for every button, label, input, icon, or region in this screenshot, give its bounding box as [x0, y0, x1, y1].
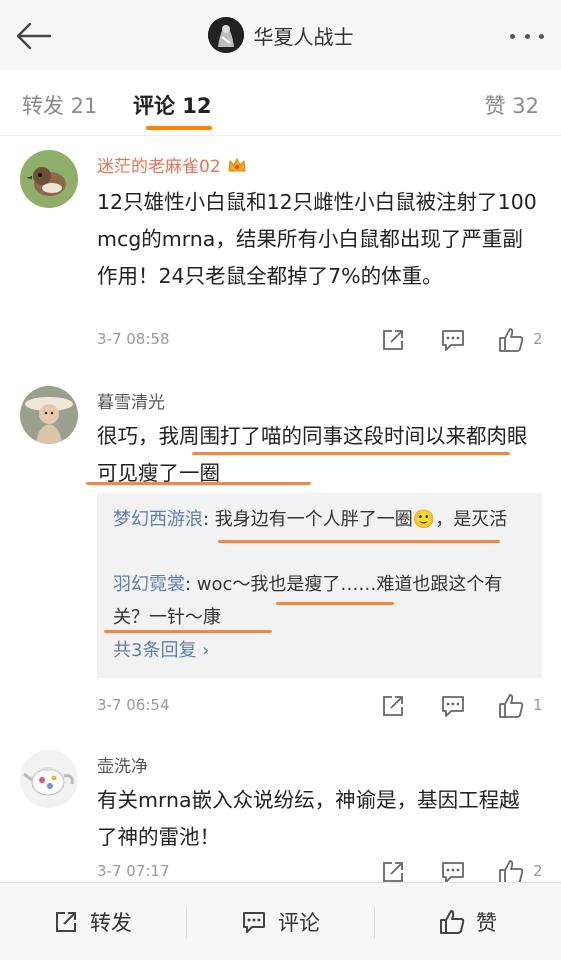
reply-nick[interactable]: 羽幻霓裳 — [113, 574, 185, 595]
reply-text: : 我身边有一个人胖了一圈🙂，是灭活 — [203, 509, 508, 530]
like-count: 2 — [533, 330, 543, 348]
comment-meta: 3-7 08:58 2 — [97, 326, 543, 356]
reply-box: 梦幻西游浪: 我身边有一个人胖了一圈🙂，是灭活 羽幻霓裳: woc～我也是瘦了…… — [97, 493, 542, 678]
highlight-underline — [192, 452, 510, 455]
repost-button[interactable]: 转发 — [52, 905, 132, 939]
avatar[interactable] — [20, 750, 78, 808]
more-dots-icon[interactable] — [507, 22, 547, 50]
share-icon[interactable] — [379, 326, 407, 354]
comment-text: 12只雄性小白鼠和12只雌性小白鼠被注射了100 mcg的mrna，结果所有小白… — [97, 190, 537, 288]
comment-username[interactable]: 暮雪清光 — [97, 388, 165, 413]
top-bar: 华夏人战士 — [0, 0, 561, 70]
comment-time: 3-7 06:54 — [97, 696, 170, 714]
reply-icon[interactable] — [439, 692, 467, 720]
repost-label: 转发 — [90, 911, 132, 935]
divider — [186, 907, 187, 939]
comment-time: 3-7 07:17 — [97, 862, 170, 880]
tab-bar: 转发 21 评论 12 赞 32 — [0, 70, 561, 136]
bottom-action-bar: 转发 评论 赞 — [0, 882, 561, 960]
comment-label: 评论 — [278, 911, 320, 935]
share-icon — [56, 912, 76, 932]
reply-icon[interactable] — [439, 326, 467, 354]
thumbs-up-icon — [440, 910, 465, 934]
like-label: 赞 — [476, 911, 497, 935]
vip-crown-icon — [227, 156, 247, 174]
like-count: 1 — [533, 696, 543, 714]
highlight-underline — [104, 630, 272, 633]
share-icon[interactable] — [379, 692, 407, 720]
like-count: 2 — [533, 862, 543, 880]
username-text[interactable]: 迷茫的老麻雀02 — [97, 157, 221, 177]
comment-username[interactable]: 迷茫的老麻雀02 — [97, 152, 247, 177]
comment-time: 3-7 08:58 — [97, 330, 170, 348]
comment-text: 有关mrna嵌入众说纷纭，神谕是，基因工程越了神的雷池！ — [97, 788, 520, 849]
active-tab-indicator — [146, 126, 212, 130]
reply-nick[interactable]: 梦幻西游浪 — [113, 509, 203, 530]
page-title: 华夏人战士 — [253, 24, 354, 49]
avatar[interactable] — [20, 386, 78, 444]
comment-meta: 3-7 06:54 1 — [97, 692, 543, 722]
thumbs-up-icon[interactable] — [497, 326, 525, 354]
sub-reply: 梦幻西游浪: 我身边有一个人胖了一圈🙂，是灭活 — [113, 503, 533, 536]
comment-button[interactable]: 评论 — [240, 905, 320, 939]
highlight-underline — [276, 602, 394, 605]
tab-like[interactable]: 赞 32 — [485, 90, 539, 120]
avatar[interactable] — [20, 150, 78, 208]
more-replies-link[interactable]: 共3条回复 › — [113, 636, 209, 662]
divider — [374, 907, 375, 939]
comment-username[interactable]: 壶洗净 — [97, 752, 148, 777]
tab-comment[interactable]: 评论 12 — [133, 90, 212, 120]
highlight-underline — [86, 482, 311, 485]
like-button[interactable]: 赞 — [438, 905, 497, 939]
header-user[interactable]: 华夏人战士 — [0, 14, 561, 56]
comment-text: 很巧，我周围打了喵的同事这段时间以来都肉眼可见瘦了一圈 — [97, 424, 528, 485]
header-avatar[interactable] — [207, 17, 244, 53]
comment-icon — [243, 912, 265, 933]
tab-repost[interactable]: 转发 21 — [22, 90, 97, 120]
sub-reply: 羽幻霓裳: woc～我也是瘦了……难道也跟这个有关？一针～康 — [113, 568, 533, 634]
thumbs-up-icon[interactable] — [497, 692, 525, 720]
highlight-underline — [218, 540, 500, 543]
